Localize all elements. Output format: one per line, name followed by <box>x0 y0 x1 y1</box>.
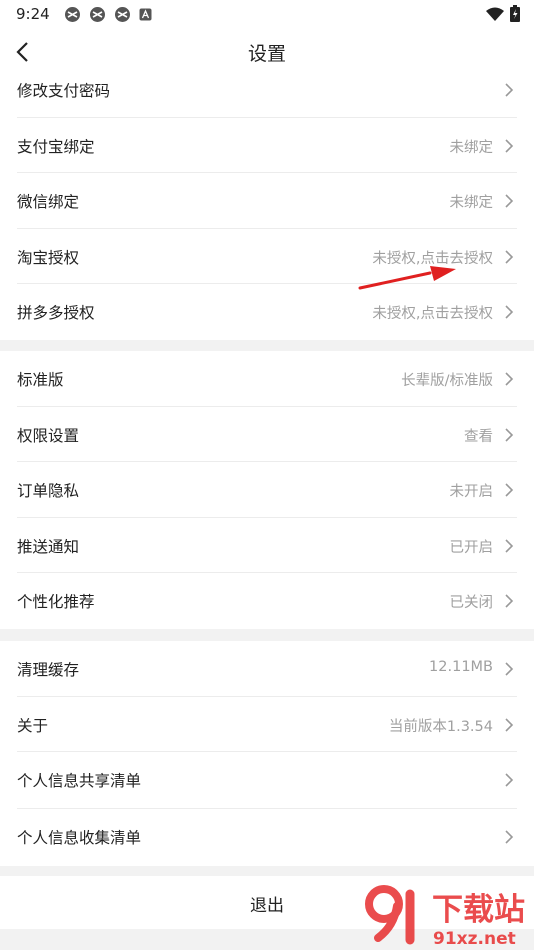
row-label: 个人信息共享清单 <box>17 772 142 791</box>
settings-row-clear-cache[interactable]: 清理缓存 12.11MB <box>17 641 517 697</box>
row-value: 已关闭 <box>449 595 494 612</box>
settings-row-push-notifications[interactable]: 推送通知 已开启 <box>17 518 517 574</box>
row-label: 个性化推荐 <box>17 593 95 612</box>
row-label: 支付宝绑定 <box>17 137 95 156</box>
chevron-right-icon <box>505 483 514 497</box>
settings-row-edition[interactable]: 标准版 长辈版/标准版 <box>17 351 517 407</box>
preferences-group: 标准版 长辈版/标准版 权限设置 查看 订单隐私 未开启 推送通知 已开启 个性… <box>0 351 534 629</box>
chevron-right-icon <box>505 662 514 676</box>
watermark-brand: 下载站 <box>432 892 525 928</box>
settings-row-order-privacy[interactable]: 订单隐私 未开启 <box>17 462 517 518</box>
app-a-icon <box>139 8 152 20</box>
settings-row-info-collection-list[interactable]: 个人信息收集清单 <box>17 809 517 866</box>
info-group: 清理缓存 12.11MB 关于 当前版本1.3.54 个人信息共享清单 个人信息… <box>0 641 534 867</box>
watermark-url: 91xz.net <box>433 929 516 948</box>
row-value: 未授权,点击去授权 <box>372 306 493 323</box>
battery-icon <box>510 5 520 22</box>
annotation-arrow-icon <box>358 266 456 290</box>
chevron-right-icon <box>505 718 514 732</box>
row-label: 微信绑定 <box>17 193 80 212</box>
site-watermark-logo: 下载站 91xz.net <box>365 885 525 948</box>
row-value: 未绑定 <box>449 195 494 212</box>
row-value: 12.11MB <box>429 659 493 675</box>
row-label: 推送通知 <box>17 537 80 556</box>
row-label: 标准版 <box>17 371 64 389</box>
chevron-right-icon <box>505 372 514 386</box>
row-value: 已开启 <box>449 539 494 556</box>
row-label: 淘宝授权 <box>17 248 80 267</box>
row-value: 长辈版/标准版 <box>401 373 493 389</box>
settings-row-info-sharing-list[interactable]: 个人信息共享清单 <box>17 752 517 810</box>
settings-row-permissions[interactable]: 权限设置 查看 <box>17 407 517 463</box>
notification-icon <box>89 6 105 22</box>
row-value: 查看 <box>464 428 493 445</box>
row-value: 未绑定 <box>449 139 494 156</box>
chevron-right-icon <box>505 83 514 97</box>
account-settings-group: 修改支付密码 支付宝绑定 未绑定 微信绑定 未绑定 淘宝授权 未授权,点击去授权… <box>0 62 534 340</box>
row-label: 清理缓存 <box>17 661 80 679</box>
chevron-right-icon <box>505 830 514 844</box>
row-label: 关于 <box>17 716 49 735</box>
chevron-right-icon <box>505 305 514 319</box>
row-label: 修改支付密码 <box>17 82 111 100</box>
chevron-right-icon <box>505 594 514 608</box>
settings-row-personalized-recommendations[interactable]: 个性化推荐 已关闭 <box>17 573 517 629</box>
chevron-right-icon <box>505 773 514 787</box>
row-label: 订单隐私 <box>17 482 80 501</box>
chevron-right-icon <box>505 539 514 553</box>
settings-row-change-pay-password[interactable]: 修改支付密码 <box>17 62 517 118</box>
notification-icon <box>64 6 80 22</box>
settings-row-wechat-binding[interactable]: 微信绑定 未绑定 <box>17 173 517 229</box>
row-label: 个人信息收集清单 <box>17 829 142 848</box>
row-label: 拼多多授权 <box>17 304 95 323</box>
settings-row-about[interactable]: 关于 当前版本1.3.54 <box>17 697 517 753</box>
row-value: 当前版本1.3.54 <box>388 718 493 735</box>
chevron-right-icon <box>505 194 514 208</box>
logout-label: 退出 <box>250 896 284 916</box>
status-time: 9:24 <box>16 5 50 23</box>
notification-icon <box>114 6 130 22</box>
row-label: 权限设置 <box>17 426 80 445</box>
chevron-right-icon <box>505 250 514 264</box>
row-value: 未开启 <box>449 484 494 501</box>
status-bar: 9:24 <box>0 0 534 28</box>
chevron-right-icon <box>505 428 514 442</box>
chevron-right-icon <box>505 139 514 153</box>
settings-row-alipay-binding[interactable]: 支付宝绑定 未绑定 <box>17 118 517 174</box>
wifi-icon <box>486 7 504 21</box>
